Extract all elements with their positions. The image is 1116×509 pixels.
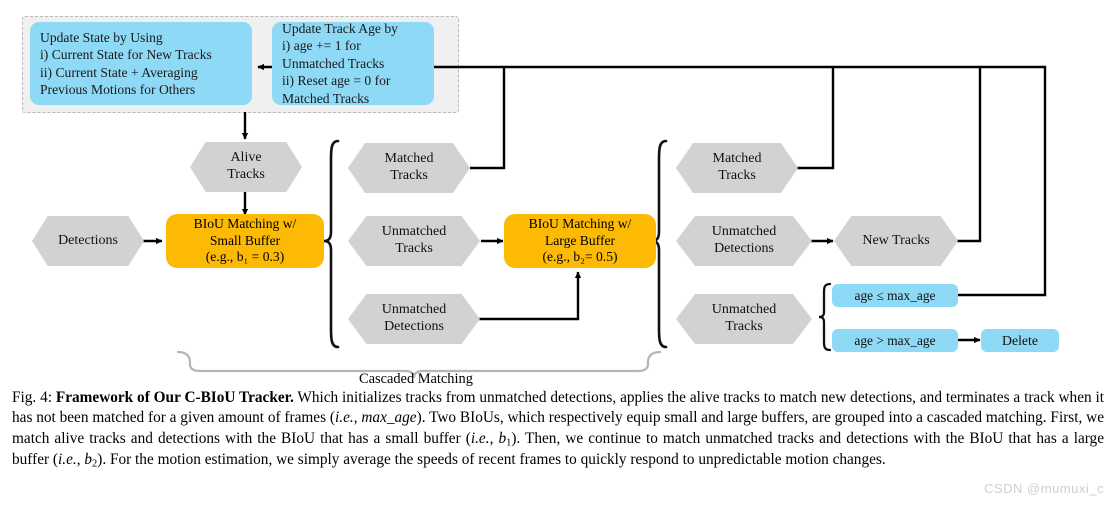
biou-large-line-3: (e.g., b₂= 0.5)	[542, 249, 618, 265]
node-unmatched-tracks-right: Unmatched Tracks	[676, 294, 812, 344]
caption-math-b2: b	[84, 450, 93, 468]
delete-label: Delete	[1001, 332, 1038, 348]
unmatched-det-right-line-2: Detections	[714, 241, 774, 256]
update-age-line-2: i) age += 1 for	[282, 38, 361, 54]
framework-diagram: Update State by Using i) Current State f…	[0, 0, 1116, 388]
update-state-line-3: ii) Current State + Averaging	[40, 64, 198, 80]
unmatched-det-mid-line-2: Detections	[384, 319, 444, 334]
unmatched-tracks-mid-line-2: Tracks	[395, 241, 433, 256]
update-track-age-box: Update Track Age by i) age += 1 for Unma…	[272, 21, 434, 106]
caption-math-maxage: max_age	[361, 409, 417, 427]
update-state-line-4: Previous Motions for Others	[40, 81, 196, 97]
biou-large-line-1: BIoU Matching w/	[528, 215, 632, 231]
update-age-line-1: Update Track Age by	[282, 21, 398, 37]
update-age-line-3: Unmatched Tracks	[282, 55, 385, 71]
brace-middle-outputs	[323, 139, 340, 349]
node-alive-tracks: Alive Tracks	[190, 142, 302, 192]
condition-age-gt-maxage: age > max_age	[832, 329, 958, 352]
update-state-box: Update State by Using i) Current State f…	[30, 22, 252, 105]
node-unmatched-detections-middle: Unmatched Detections	[348, 294, 480, 344]
alive-tracks-line-1: Alive	[230, 150, 262, 166]
line-matched-right-to-rail	[784, 67, 835, 170]
biou-large-line-2: Large Buffer	[544, 232, 616, 248]
update-age-line-4: ii) Reset age = 0 for	[282, 73, 391, 89]
unmatched-tracks-right-line-1: Unmatched	[711, 302, 777, 318]
biou-small-line-1: BIoU Matching w/	[193, 215, 297, 231]
node-unmatched-detections-right: Unmatched Detections	[676, 216, 812, 266]
alive-tracks-line-2: Tracks	[227, 167, 265, 182]
cascaded-matching-label: Cascaded Matching	[359, 371, 473, 388]
node-delete: Delete	[981, 329, 1059, 352]
csdn-watermark: CSDN @mumuxi_c	[984, 481, 1104, 496]
node-matched-tracks-middle: Matched Tracks	[348, 143, 470, 193]
age-gt-label: age > max_age	[854, 332, 936, 348]
matched-mid-line-1: Matched	[384, 151, 434, 167]
age-le-label: age ≤ max_age	[854, 287, 936, 303]
matched-right-line-1: Matched	[712, 151, 762, 167]
caption-math-b1: b	[498, 429, 507, 447]
update-age-line-5: Matched Tracks	[282, 90, 370, 106]
unmatched-tracks-mid-line-1: Unmatched	[381, 224, 447, 240]
caption-ie-1: i.e.	[335, 409, 354, 427]
caption-ie-3: i.e.	[58, 450, 77, 468]
caption-title: Framework of Our C-BIoU Tracker.	[55, 389, 294, 406]
unmatched-tracks-right-line-2: Tracks	[725, 319, 763, 334]
figure-caption: Fig. 4: Framework of Our C-BIoU Tracker.…	[12, 388, 1104, 471]
node-biou-small-buffer: BIoU Matching w/ Small Buffer (e.g., b₁ …	[166, 214, 324, 268]
update-state-line-2: i) Current State for New Tracks	[40, 47, 212, 63]
node-detections: Detections	[32, 216, 144, 266]
node-unmatched-tracks-middle: Unmatched Tracks	[348, 216, 480, 266]
caption-ie-2: i.e.	[470, 429, 490, 447]
new-tracks-line-1: New Tracks	[862, 232, 930, 248]
biou-small-line-3: (e.g., b₁ = 0.3)	[205, 249, 285, 265]
cascaded-matching-text: Cascaded Matching	[359, 371, 473, 387]
biou-small-line-2: Small Buffer	[209, 232, 281, 248]
node-new-tracks: New Tracks	[834, 216, 958, 266]
node-biou-large-buffer: BIoU Matching w/ Large Buffer (e.g., b₂=…	[504, 214, 656, 268]
detections-line-1: Detections	[58, 232, 118, 248]
brace-right-outputs-2	[658, 141, 672, 347]
matched-mid-line-2: Tracks	[390, 168, 428, 183]
caption-body-4: ). For the motion estimation, we simply …	[97, 450, 886, 468]
line-new-tracks-to-rail	[957, 67, 982, 243]
matched-right-line-2: Tracks	[718, 168, 756, 183]
condition-age-le-maxage: age ≤ max_age	[832, 284, 958, 307]
arrow-unmatched-det-to-biou-large	[476, 271, 582, 321]
update-state-line-1: Update State by Using	[40, 29, 163, 45]
line-matched-mid-to-rail	[470, 67, 506, 170]
node-matched-tracks-right: Matched Tracks	[676, 143, 798, 193]
figure-page: Update State by Using i) Current State f…	[0, 0, 1116, 509]
unmatched-det-right-line-1: Unmatched	[711, 224, 777, 240]
caption-figure-number: Fig. 4:	[12, 389, 52, 406]
brace-age-conditions	[818, 282, 832, 352]
unmatched-det-mid-line-1: Unmatched	[381, 302, 447, 318]
